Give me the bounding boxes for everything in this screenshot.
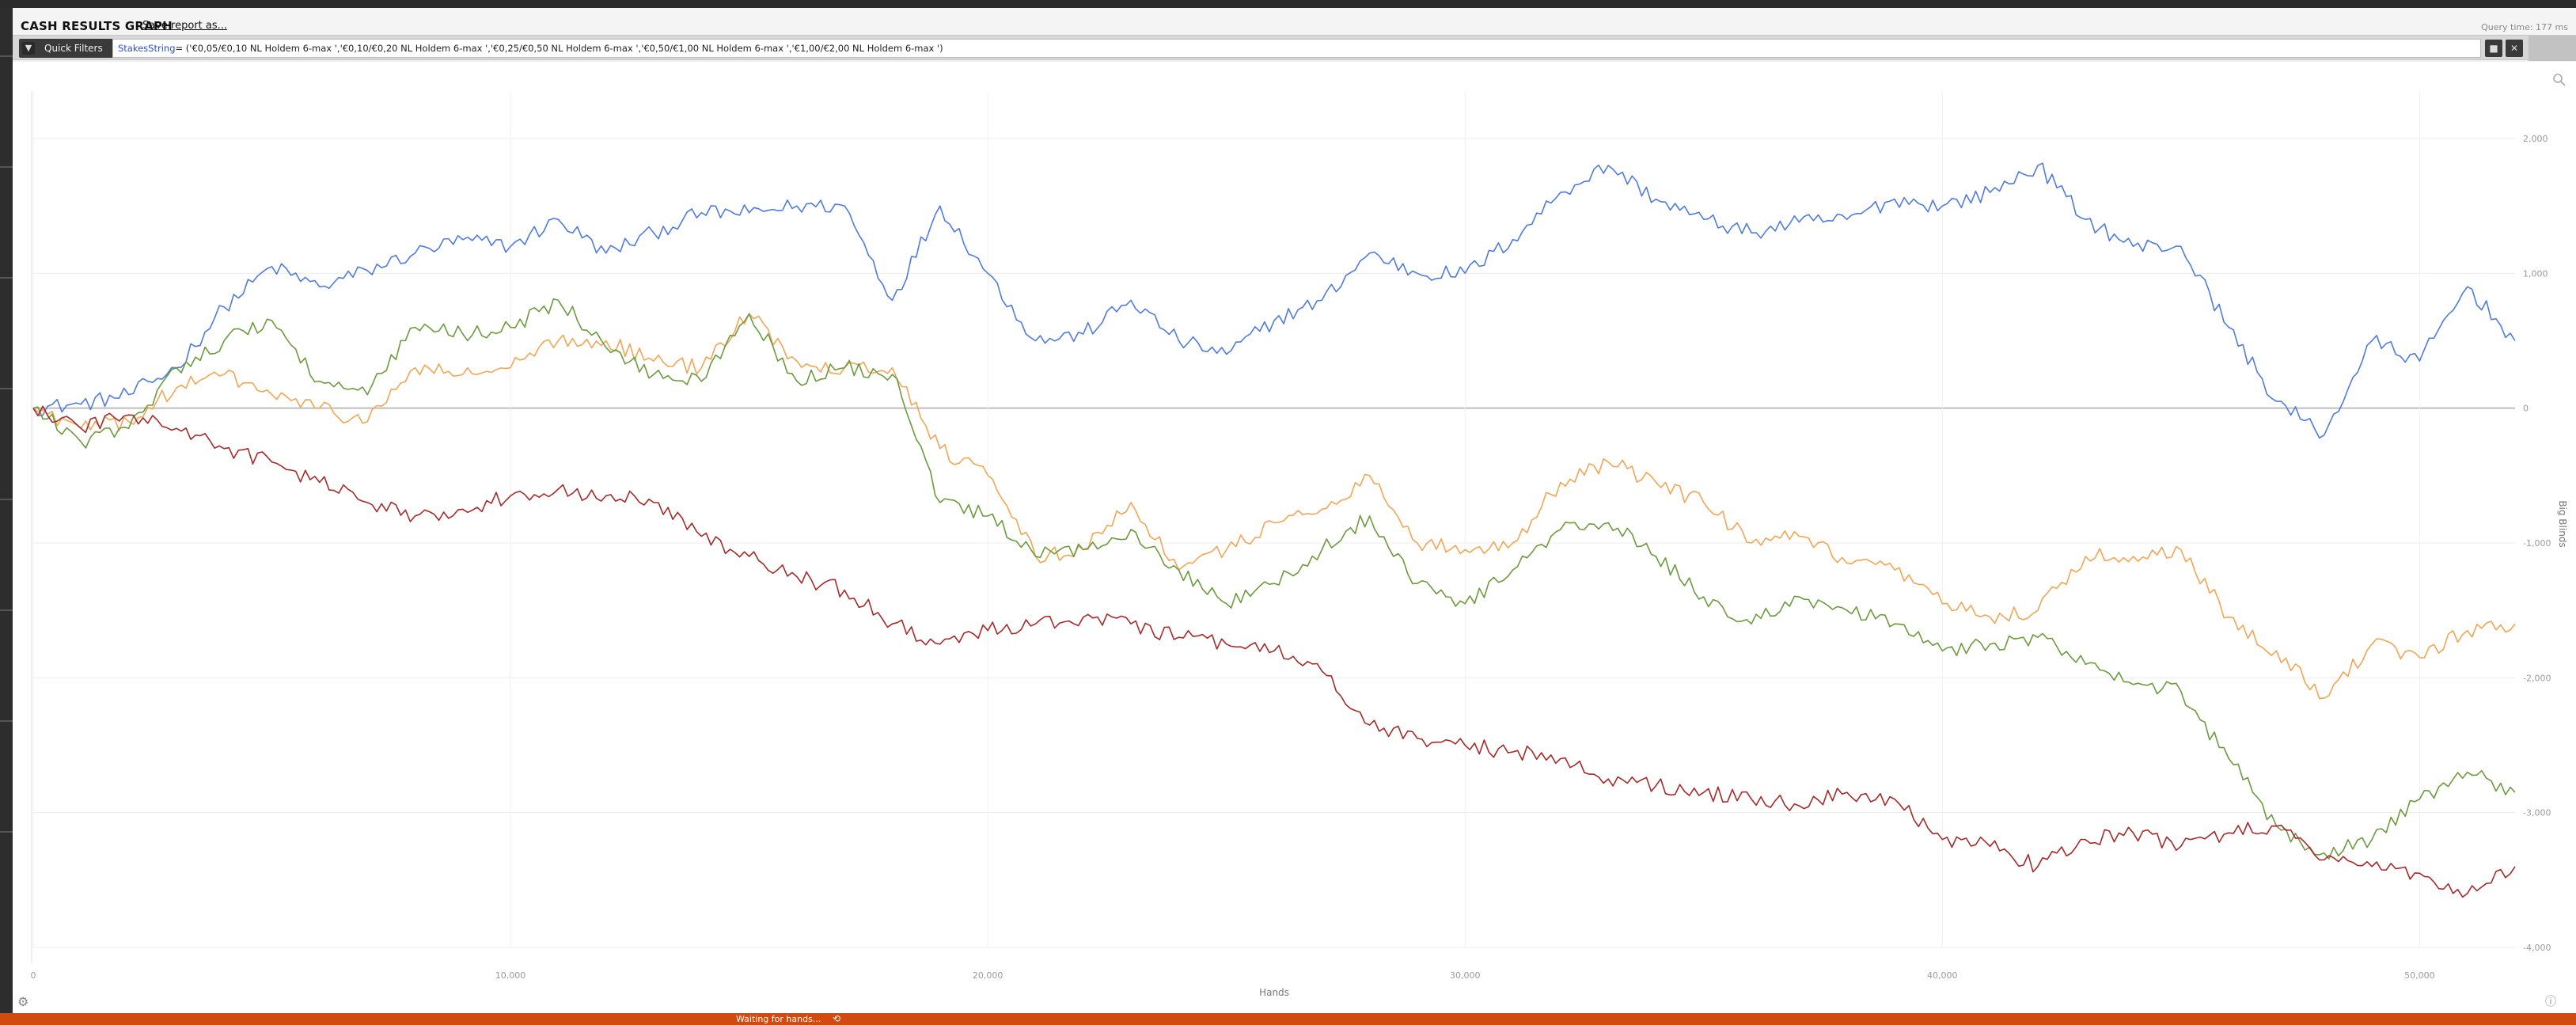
x-tick-label: 50,000 — [2404, 970, 2435, 981]
y-tick-label: 0 — [2523, 404, 2529, 414]
y-tick-label: -2,000 — [2523, 673, 2551, 683]
series-line-3[interactable] — [32, 298, 2516, 860]
x-axis-label: Hands — [1259, 987, 1289, 998]
y-tick-label: -1,000 — [2523, 538, 2551, 549]
zoom-icon[interactable] — [2552, 73, 2567, 87]
gear-icon[interactable]: ⚙ — [17, 994, 28, 1009]
series-line-4[interactable] — [32, 405, 2516, 898]
series-line-2[interactable] — [32, 313, 2516, 700]
y-tick-label: -4,000 — [2523, 943, 2551, 953]
y-tick-label: 1,000 — [2523, 268, 2548, 279]
x-tick-label: 40,000 — [1927, 970, 1958, 981]
y-tick-label: 2,000 — [2523, 134, 2548, 144]
status-text: Waiting for hands... — [736, 1014, 821, 1024]
refresh-icon[interactable]: ⟲ — [833, 1013, 840, 1024]
x-tick-label: 10,000 — [495, 970, 526, 981]
results-chart[interactable]: 2,000 1,000 0 -1,000 -2,000 -3,000 -4,000 0 10,0… — [0, 0, 2576, 1025]
y-axis-label: Big Blinds — [2557, 500, 2568, 547]
status-bar: Waiting for hands... ⟲ — [0, 1013, 2576, 1025]
y-tick-label: -3,000 — [2523, 808, 2551, 818]
info-icon[interactable]: ⓘ — [2545, 993, 2556, 1009]
series-line-1[interactable] — [32, 162, 2516, 439]
x-tick-label: 0 — [31, 970, 36, 981]
x-tick-label: 20,000 — [973, 970, 1003, 981]
x-tick-label: 30,000 — [1450, 970, 1481, 981]
